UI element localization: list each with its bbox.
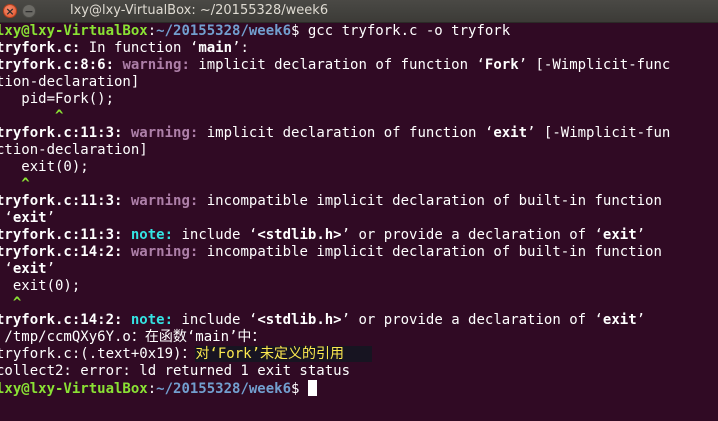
output-line: ‘exit’ xyxy=(4,261,56,277)
prompt-dollar: $ xyxy=(291,23,308,39)
output-line: ction-declaration] xyxy=(0,142,148,158)
prompt-dollar: $ xyxy=(291,381,308,397)
terminal-cursor xyxy=(307,380,317,396)
linker-error-line: tryfork.c:(.text+0x19)：对‘Fork’未定义的引用 xyxy=(0,346,373,363)
close-button[interactable]: × xyxy=(3,4,17,18)
prompt-user-host: lxy@lxy-VirtualBox xyxy=(0,381,148,397)
prompt-user-host: lxy@lxy-VirtualBox xyxy=(0,23,148,39)
window-titlebar: × − lxy@lxy-VirtualBox: ~/20155328/week6 xyxy=(0,0,718,23)
output-line-caret: ^ xyxy=(0,108,64,124)
output-line: ‘exit’ xyxy=(4,210,56,226)
linker-line: /tmp/ccmQXy6Y.o：在函数‘main’中： xyxy=(0,329,266,345)
prompt-separator: : xyxy=(147,23,157,39)
output-line: tryfork.c: In function ‘main’: xyxy=(0,40,249,56)
window-title: lxy@lxy-VirtualBox: ~/20155328/week6 xyxy=(70,3,329,18)
output-line-code: exit(0); xyxy=(0,278,81,294)
undefined-reference-message: 对‘Fork’未定义的引用 xyxy=(195,346,373,362)
prompt-path: ~/20155328/week6 xyxy=(156,381,292,397)
output-line-warning: tryfork.c:14:2: warning: incompatible im… xyxy=(0,244,662,260)
collect2-error-line: collect2: error: ld returned 1 exit stat… xyxy=(0,363,351,379)
close-icon: × xyxy=(5,5,15,18)
prompt-separator: : xyxy=(147,381,157,397)
output-line-warning: tryfork.c:8:6: warning: implicit declara… xyxy=(0,57,671,73)
minimize-icon: − xyxy=(24,5,34,18)
prompt-path: ~/20155328/week6 xyxy=(156,23,292,39)
output-line-code: pid=Fork(); xyxy=(0,91,115,107)
output-line-note: tryfork.c:14:2: note: include ‘<stdlib.h… xyxy=(0,312,646,328)
output-line-caret: ^ xyxy=(21,176,30,192)
output-line-note: tryfork.c:11:3: note: include ‘<stdlib.h… xyxy=(0,227,646,243)
output-line: tion-declaration] xyxy=(0,74,140,90)
minimize-button[interactable]: − xyxy=(22,4,36,18)
command-text: gcc tryfork.c -o tryfork xyxy=(307,23,511,39)
output-line-caret: ^ xyxy=(12,295,22,311)
output-line-warning: tryfork.c:11:3: warning: implicit declar… xyxy=(0,125,671,141)
output-line-code: exit(0); xyxy=(0,159,89,175)
terminal-output[interactable]: lxy@lxy-VirtualBox:~/20155328/week6$ gcc… xyxy=(0,23,718,421)
output-line-warning: tryfork.c:11:3: warning: incompatible im… xyxy=(0,193,662,209)
prompt-line-current: lxy@lxy-VirtualBox:~/20155328/week6$ xyxy=(0,380,317,397)
prompt-line-command: lxy@lxy-VirtualBox:~/20155328/week6$ gcc… xyxy=(0,23,510,40)
